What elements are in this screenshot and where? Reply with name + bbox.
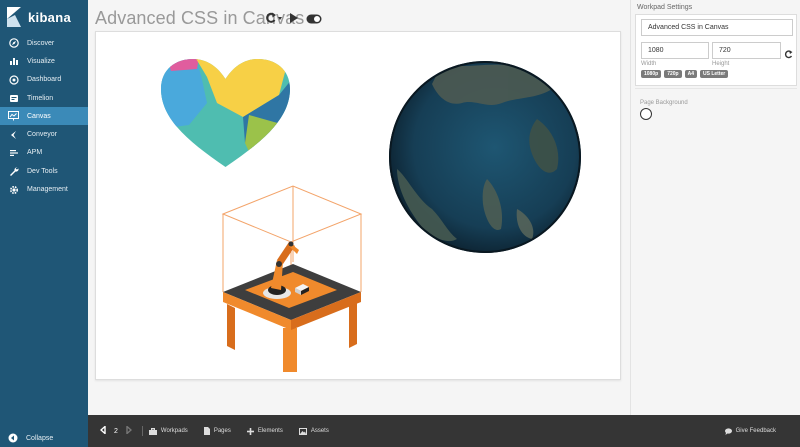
- robot-element[interactable]: [221, 184, 363, 374]
- collapse-button[interactable]: Collapse: [8, 433, 53, 443]
- assets-button[interactable]: Assets: [298, 427, 329, 435]
- nav-label: APM: [27, 149, 43, 157]
- brand[interactable]: kibana: [0, 0, 88, 34]
- panel-heading: Workpad Settings: [637, 4, 693, 11]
- heart-element[interactable]: [159, 57, 292, 169]
- briefcase-icon: [148, 427, 157, 435]
- nav-label: Discover: [27, 39, 55, 47]
- preset-1080p[interactable]: 1080p: [641, 70, 662, 78]
- document-icon: [203, 427, 210, 435]
- nav-label: Canvas: [27, 112, 51, 120]
- collapse-label: Collapse: [26, 434, 54, 442]
- gear-icon: [8, 184, 19, 195]
- canvas-icon: [8, 111, 19, 122]
- height-input[interactable]: 720: [712, 42, 781, 59]
- nav-label: Timelion: [27, 94, 54, 102]
- brand-name: kibana: [28, 9, 71, 25]
- nav-label: Dev Tools: [27, 167, 58, 175]
- header-controls: [264, 11, 322, 29]
- width-input[interactable]: 1080: [641, 42, 709, 59]
- nav-item-apm[interactable]: APM: [0, 144, 88, 162]
- divider: [635, 88, 797, 89]
- elements-button[interactable]: Elements: [246, 427, 283, 435]
- workpads-button[interactable]: Workpads: [148, 427, 188, 435]
- workpads-label: Workpads: [160, 428, 188, 434]
- chart-icon: [8, 56, 19, 67]
- settings-card: Advanced CSS in Canvas 1080 720 Width He…: [635, 14, 797, 86]
- play-icon[interactable]: [289, 11, 299, 29]
- footer-bar: 2 Workpads Pages Elements Assets Give Fe…: [88, 415, 800, 447]
- swap-dimensions-icon[interactable]: [784, 46, 793, 64]
- kibana-logo-icon: [7, 7, 21, 27]
- toggle-icon[interactable]: [306, 11, 322, 29]
- nav-item-canvas[interactable]: Canvas: [0, 107, 88, 126]
- height-label: Height: [712, 61, 730, 67]
- preset-us-letter[interactable]: US Letter: [700, 70, 729, 78]
- nav-item-conveyor[interactable]: Conveyor: [0, 125, 88, 143]
- timelion-icon: [8, 93, 19, 104]
- workpad-name-input[interactable]: Advanced CSS in Canvas: [641, 19, 793, 36]
- give-feedback-button[interactable]: Give Feedback: [724, 427, 776, 435]
- nav-item-discover[interactable]: Discover: [0, 34, 88, 52]
- sidebar: kibana Discover Visualize Dashboard Time…: [0, 0, 88, 447]
- nav-item-visualize[interactable]: Visualize: [0, 52, 88, 70]
- preset-a4[interactable]: A4: [684, 70, 697, 78]
- nav-label: Visualize: [27, 57, 55, 65]
- plus-icon: [246, 427, 254, 435]
- page-background-label: Page Background: [640, 100, 688, 106]
- preset-list: 1080p 720p A4 US Letter: [641, 70, 729, 78]
- conveyor-icon: [8, 129, 19, 140]
- speech-bubble-icon: [724, 427, 732, 435]
- elements-label: Elements: [257, 428, 283, 434]
- nav-label: Management: [27, 186, 68, 194]
- pages-button[interactable]: Pages: [203, 427, 231, 435]
- compass-icon: [8, 38, 19, 49]
- settings-panel: Workpad Settings Advanced CSS in Canvas …: [630, 0, 800, 415]
- feedback-label: Give Feedback: [735, 428, 776, 434]
- apm-icon: [8, 147, 19, 158]
- canvas-page[interactable]: [95, 31, 621, 380]
- nav-item-management[interactable]: Management: [0, 180, 88, 198]
- nav-label: Dashboard: [27, 76, 62, 84]
- page-background-swatch[interactable]: [640, 108, 652, 120]
- preset-720p[interactable]: 720p: [664, 70, 682, 78]
- collapse-icon: [8, 433, 18, 443]
- assets-label: Assets: [310, 428, 329, 434]
- prev-page-icon[interactable]: [99, 424, 106, 436]
- dashboard-icon: [8, 74, 19, 85]
- nav-item-dev-tools[interactable]: Dev Tools: [0, 162, 88, 180]
- wrench-icon: [8, 166, 19, 177]
- nav-label: Conveyor: [27, 131, 57, 139]
- nav-item-timelion[interactable]: Timelion: [0, 89, 88, 107]
- nav-item-dashboard[interactable]: Dashboard: [0, 71, 88, 89]
- pages-label: Pages: [213, 428, 231, 434]
- width-label: Width: [641, 61, 657, 67]
- footer-divider: [141, 426, 143, 436]
- globe-element[interactable]: [387, 59, 583, 255]
- next-page-icon[interactable]: [126, 424, 132, 436]
- image-icon: [298, 427, 307, 435]
- nav-list: Discover Visualize Dashboard Timelion Ca…: [0, 34, 88, 199]
- page-number: 2: [114, 427, 118, 435]
- refresh-icon[interactable]: [264, 11, 282, 29]
